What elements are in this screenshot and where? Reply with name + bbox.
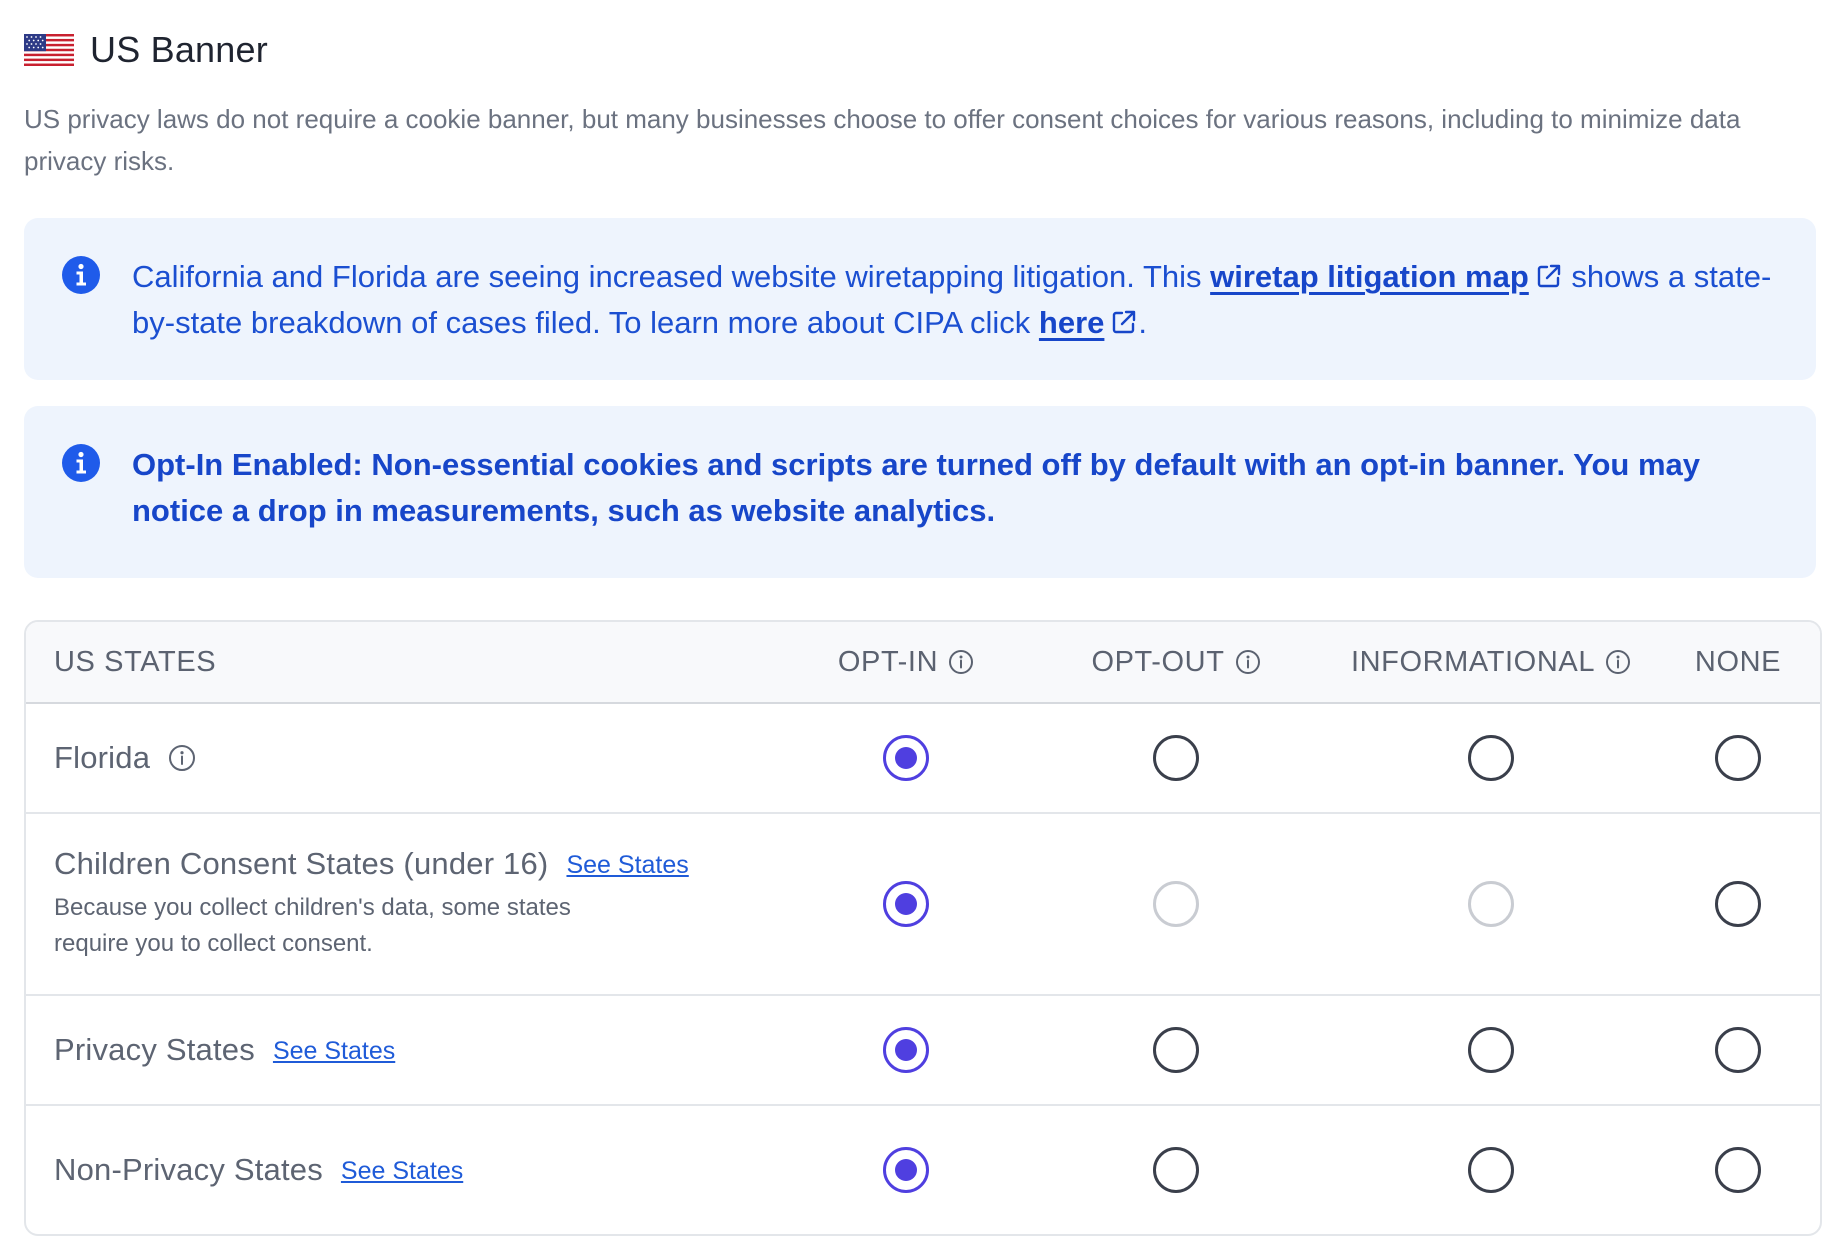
row-label-line: Florida [54, 740, 786, 776]
radio-non-privacy-opt-in[interactable] [883, 1147, 929, 1193]
wiretap-text-before: California and Florida are seeing increa… [132, 259, 1211, 294]
opt-in-notice: Opt-In Enabled: Non-essential cookies an… [24, 406, 1816, 578]
cell-informational [1326, 735, 1656, 781]
radio-florida-none[interactable] [1715, 735, 1761, 781]
page-title: US Banner [90, 29, 268, 70]
radio-privacy-opt-out[interactable] [1153, 1027, 1199, 1073]
external-link-icon[interactable] [1110, 308, 1138, 336]
column-header-us-states: US STATES [54, 645, 217, 678]
wiretap-text-after: . [1138, 305, 1148, 340]
radio-non-privacy-none[interactable] [1715, 1147, 1761, 1193]
row-label-cell: Florida [26, 740, 786, 776]
row-label-cell: Privacy States See States [26, 1032, 786, 1068]
column-header-opt-out-label: OPT-OUT [1091, 645, 1225, 678]
cell-none [1656, 881, 1820, 927]
table-row-non-privacy-states: Non-Privacy States See States [26, 1106, 1820, 1234]
row-label: Non-Privacy States [54, 1152, 323, 1187]
radio-children-none[interactable] [1715, 881, 1761, 927]
radio-florida-opt-in[interactable] [883, 735, 929, 781]
external-link-icon[interactable] [1535, 262, 1563, 290]
cell-informational [1326, 1147, 1656, 1193]
table-row-florida: Florida [26, 704, 1820, 814]
cipa-here-link[interactable]: here [1039, 305, 1104, 340]
radio-privacy-informational[interactable] [1468, 1027, 1514, 1073]
cell-opt-in [786, 1027, 1026, 1073]
radio-children-opt-in[interactable] [883, 881, 929, 927]
info-circle-icon[interactable] [1235, 649, 1261, 675]
column-header-informational: INFORMATIONAL [1326, 646, 1656, 679]
cell-informational [1326, 1027, 1656, 1073]
radio-non-privacy-informational[interactable] [1468, 1147, 1514, 1193]
row-label: Privacy States [54, 1032, 255, 1067]
column-header-opt-out: OPT-OUT [1026, 646, 1326, 679]
info-icon [62, 256, 100, 294]
us-flag-icon [24, 34, 74, 66]
radio-privacy-opt-in[interactable] [883, 1027, 929, 1073]
row-label-cell: Children Consent States (under 16) See S… [26, 846, 786, 962]
info-circle-icon[interactable] [1605, 649, 1631, 675]
radio-privacy-none[interactable] [1715, 1027, 1761, 1073]
info-circle-icon[interactable] [168, 744, 196, 772]
row-label: Florida [54, 740, 151, 775]
us-banner-settings: US Banner US privacy laws do not require… [0, 0, 1840, 1248]
cell-informational [1326, 881, 1656, 927]
radio-non-privacy-opt-out[interactable] [1153, 1147, 1199, 1193]
see-states-link[interactable]: See States [273, 1037, 395, 1066]
row-label-line: Children Consent States (under 16) See S… [54, 846, 786, 882]
cell-none [1656, 1147, 1820, 1193]
section-description: US privacy laws do not require a cookie … [24, 104, 1741, 176]
radio-florida-opt-out[interactable] [1153, 735, 1199, 781]
cell-opt-in [786, 735, 1026, 781]
info-icon [62, 444, 100, 482]
opt-in-notice-text: Opt-In Enabled: Non-essential cookies an… [132, 447, 1701, 528]
column-header-opt-in: OPT-IN [786, 646, 1026, 679]
row-label-line: Privacy States See States [54, 1032, 786, 1068]
table-row-privacy-states: Privacy States See States [26, 996, 1820, 1106]
table-header: US STATES OPT-IN OPT-OUT INFORMATIONAL N… [26, 622, 1820, 704]
wiretap-notice: California and Florida are seeing increa… [24, 218, 1816, 380]
row-label-cell: Non-Privacy States See States [26, 1152, 786, 1188]
see-states-link[interactable]: See States [566, 851, 688, 880]
see-states-link[interactable]: See States [341, 1157, 463, 1186]
row-sublabel: Because you collect children's data, som… [54, 894, 571, 957]
radio-children-informational-disabled [1468, 881, 1514, 927]
radio-children-opt-out-disabled [1153, 881, 1199, 927]
radio-florida-informational[interactable] [1468, 735, 1514, 781]
table-row-children-consent-states: Children Consent States (under 16) See S… [26, 814, 1820, 996]
row-label-line: Non-Privacy States See States [54, 1152, 786, 1188]
cell-opt-out [1026, 735, 1326, 781]
cell-none [1656, 1027, 1820, 1073]
row-label: Children Consent States (under 16) [54, 846, 549, 881]
cell-opt-out [1026, 1147, 1326, 1193]
info-circle-icon[interactable] [948, 649, 974, 675]
cell-opt-out [1026, 881, 1326, 927]
cell-opt-in [786, 1147, 1026, 1193]
column-header-opt-in-label: OPT-IN [837, 645, 939, 678]
column-header-none: NONE [1694, 645, 1782, 678]
section-header: US Banner [24, 0, 1816, 96]
cell-none [1656, 735, 1820, 781]
wiretap-map-link[interactable]: wiretap litigation map [1210, 259, 1529, 294]
cell-opt-out [1026, 1027, 1326, 1073]
cell-opt-in [786, 881, 1026, 927]
wiretap-notice-text: California and Florida are seeing increa… [132, 254, 1776, 346]
us-states-table: US STATES OPT-IN OPT-OUT INFORMATIONAL N… [24, 620, 1822, 1236]
column-header-informational-label: INFORMATIONAL [1350, 645, 1596, 678]
